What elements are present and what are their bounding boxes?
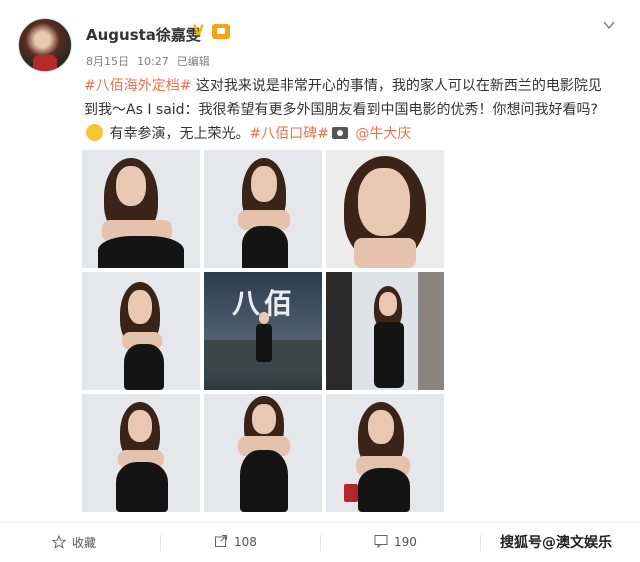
hashtag-link[interactable]: #八佰海外定档# xyxy=(84,78,191,94)
repost-icon xyxy=(215,535,227,547)
post-text-segment: 有幸参演，无上荣光。 xyxy=(105,126,250,142)
chevron-down-icon[interactable] xyxy=(602,18,616,32)
thinking-emoji-icon xyxy=(86,124,103,141)
username-link[interactable]: Augusta徐嘉雯 xyxy=(86,24,201,45)
vip-icon[interactable] xyxy=(212,24,230,39)
favorite-label: 收藏 xyxy=(72,536,97,550)
weibo-post-card: Augusta徐嘉雯 V 8月15日 10:27 已编辑 #八佰海外定档# 这对我来… xyxy=(0,0,640,562)
comment-icon xyxy=(374,535,388,548)
photo-thumbnail[interactable] xyxy=(82,394,200,512)
photo-thumbnail[interactable] xyxy=(326,394,444,512)
edited-label[interactable]: 已编辑 xyxy=(177,55,210,68)
comment-button[interactable]: 190 xyxy=(374,534,417,549)
post-date[interactable]: 8月15日 xyxy=(86,55,129,68)
photo-thumbnail[interactable] xyxy=(326,272,444,390)
mention-link[interactable]: @牛大庆 xyxy=(355,126,411,142)
hashtag-link[interactable]: #八佰口碑# xyxy=(249,126,328,142)
photo-thumbnail[interactable] xyxy=(82,150,200,268)
favorite-button[interactable]: 收藏 xyxy=(52,534,96,551)
repost-count: 108 xyxy=(234,535,257,549)
watermark: 搜狐号@澳文娱乐 xyxy=(500,535,612,551)
verified-icon: V xyxy=(193,23,204,39)
camera-icon xyxy=(331,127,348,139)
photo-thumbnail[interactable] xyxy=(204,394,322,512)
star-icon xyxy=(52,535,66,549)
avatar[interactable] xyxy=(18,18,72,72)
post-text: #八佰海外定档# 这对我来说是非常开心的事情，我的家人可以在新西兰的电影院见到我… xyxy=(84,74,614,146)
post-meta: 8月15日 10:27 已编辑 xyxy=(86,53,218,69)
photo-thumbnail[interactable] xyxy=(82,272,200,390)
photo-thumbnail[interactable] xyxy=(204,150,322,268)
movie-poster-thumbnail[interactable]: 八佰 xyxy=(204,272,322,390)
comment-count: 190 xyxy=(394,535,417,549)
post-time[interactable]: 10:27 xyxy=(137,55,169,68)
photo-thumbnail[interactable] xyxy=(326,150,444,268)
repost-button[interactable]: 108 xyxy=(214,534,257,549)
